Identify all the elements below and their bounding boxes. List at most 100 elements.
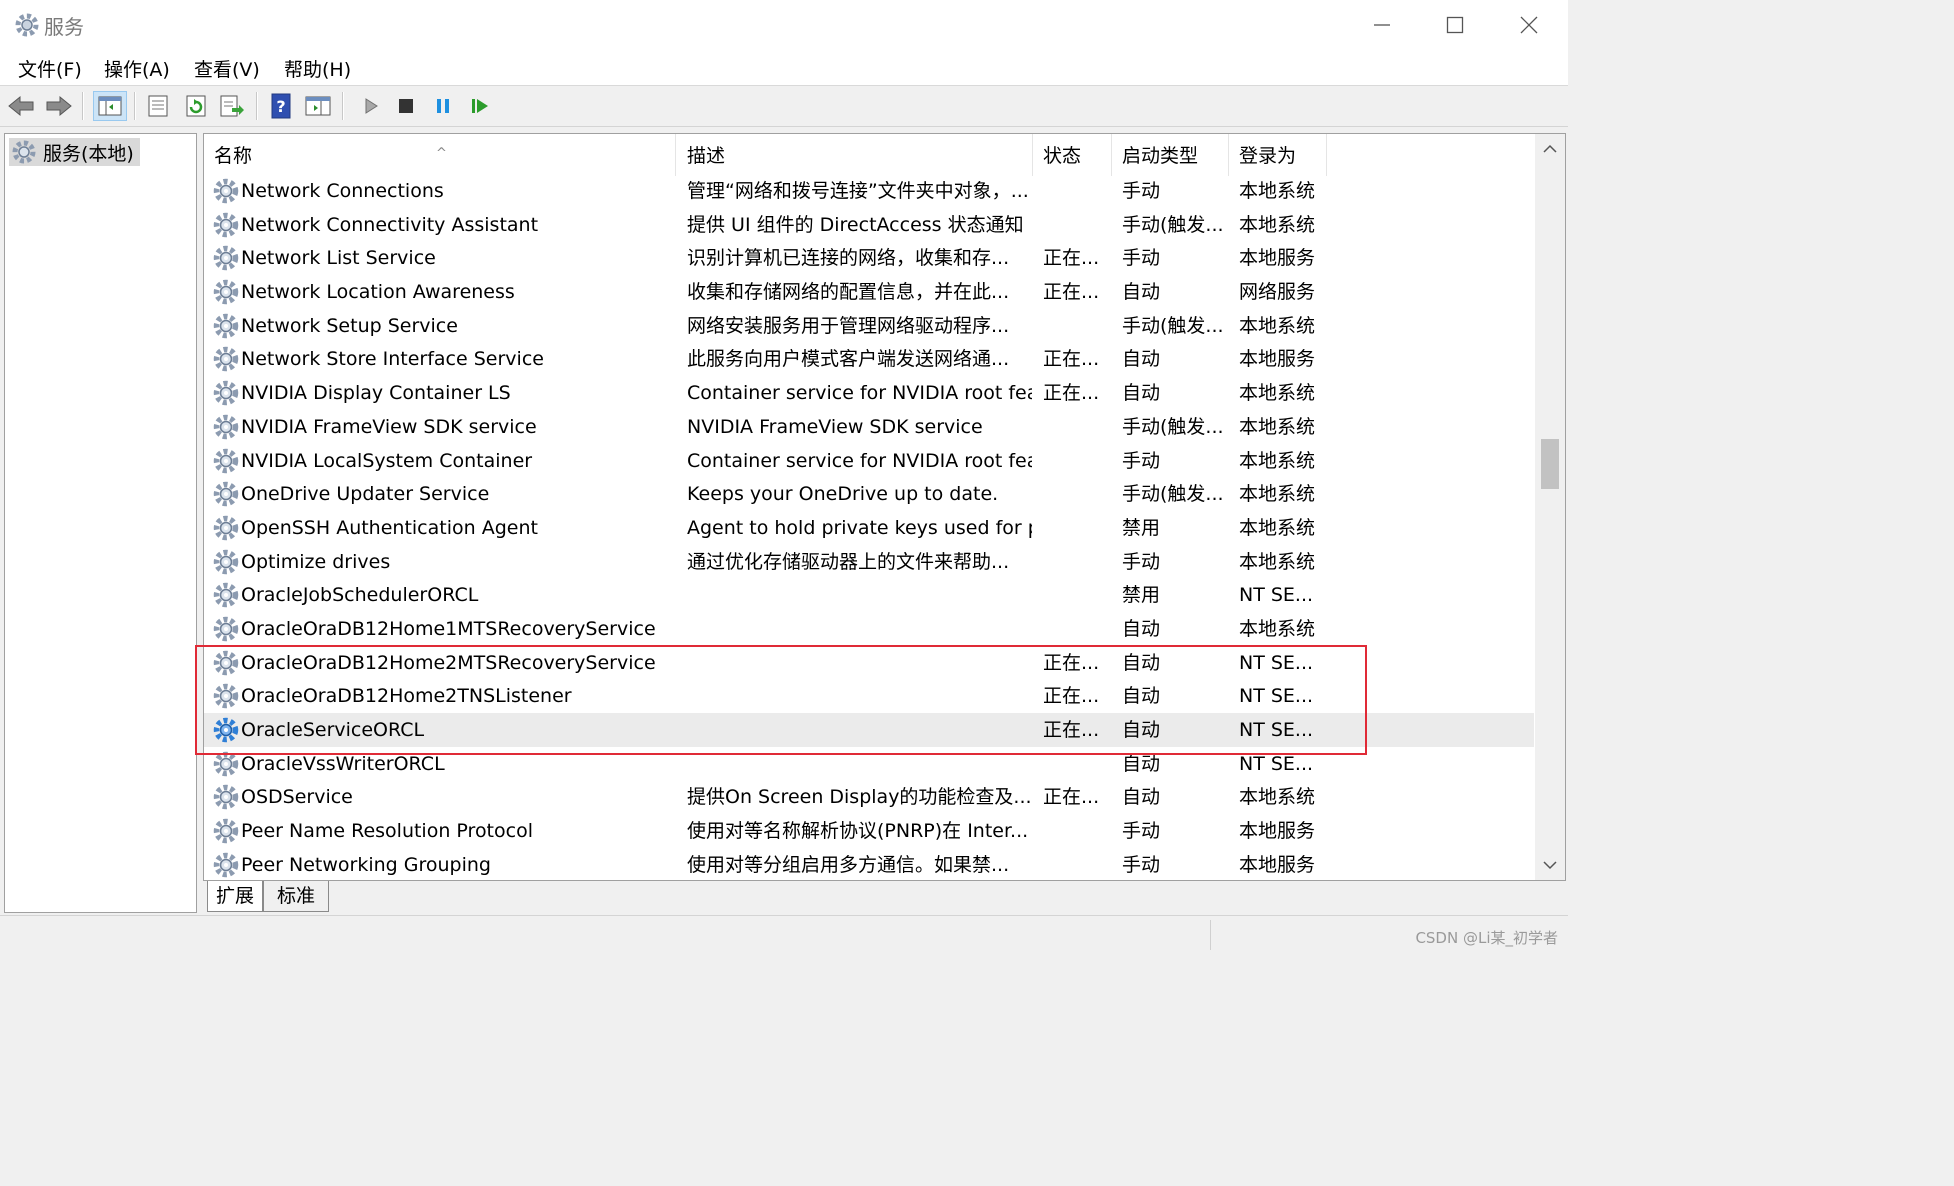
service-status (1043, 747, 1111, 781)
services-gear-icon (15, 13, 39, 37)
service-name: OneDrive Updater Service (241, 483, 490, 506)
sort-ascending-icon: ^ (436, 146, 447, 161)
list-header: 名称 ^ 描述 状态 启动类型 登录为 (204, 134, 1534, 176)
column-header-log-on-as[interactable]: 登录为 (1229, 134, 1327, 176)
service-status: 正在... (1043, 348, 1100, 371)
refresh-button[interactable] (181, 91, 211, 121)
service-startup-type: 自动 (1122, 281, 1161, 304)
pause-icon (437, 99, 449, 113)
show-hide-console-tree-button[interactable] (93, 91, 127, 121)
service-log-on-as: 本地服务 (1239, 820, 1316, 843)
service-log-on-as: 本地系统 (1239, 213, 1316, 236)
menu-file[interactable]: 文件(F) (18, 55, 82, 82)
service-name: NVIDIA Display Container LS (241, 382, 511, 405)
export-list-button[interactable] (217, 91, 247, 121)
scroll-thumb[interactable] (1541, 439, 1559, 489)
tree-node-label: 服务(本地) (43, 142, 134, 165)
services-list: 名称 ^ 描述 状态 启动类型 登录为 Network Connections 管… (203, 133, 1566, 881)
menu-view[interactable]: 查看(V) (194, 55, 260, 82)
table-row[interactable]: Network List Service 识别计算机已连接的网络，收集和存... 正… (204, 241, 1534, 275)
service-log-on-as: 本地服务 (1239, 853, 1316, 876)
table-row[interactable]: NVIDIA LocalSystem Container Container se… (204, 444, 1534, 478)
table-row[interactable]: Network Connectivity Assistant 提供 UI 组件的 … (204, 208, 1534, 242)
pause-service-button[interactable] (428, 91, 458, 121)
column-header-name[interactable]: 名称 ^ (204, 134, 676, 176)
close-button[interactable] (1492, 0, 1566, 50)
table-row[interactable]: OracleJobSchedulerORCL 禁用 NT SE... (204, 578, 1534, 612)
service-startup-type: 自动 (1122, 651, 1161, 674)
service-log-on-as: 本地系统 (1239, 516, 1316, 539)
list-rows: Network Connections 管理“网络和拨号连接”文件夹中对象，...… (204, 174, 1534, 880)
service-log-on-as: 本地系统 (1239, 786, 1316, 809)
vertical-scrollbar[interactable] (1535, 134, 1565, 880)
service-description: Container service for NVIDIA root fea... (687, 449, 1032, 472)
table-row[interactable]: NVIDIA Display Container LS Container ser… (204, 376, 1534, 410)
help-button[interactable]: ? (266, 91, 296, 121)
forward-button[interactable] (44, 91, 74, 121)
table-row[interactable]: Network Location Awareness 收集和存储网络的配置信息，并… (204, 275, 1534, 309)
stop-service-button[interactable] (391, 91, 421, 121)
service-status (1043, 174, 1111, 208)
table-row[interactable]: OracleVssWriterORCL 自动 NT SE... (204, 747, 1534, 781)
column-header-startup-type[interactable]: 启动类型 (1112, 134, 1229, 176)
table-row[interactable]: OracleOraDB12Home2MTSRecoveryService 正在..… (204, 646, 1534, 680)
table-row[interactable]: OpenSSH Authentication Agent Agent to hol… (204, 511, 1534, 545)
tab-standard[interactable]: 标准 (263, 881, 329, 912)
service-status (1043, 814, 1111, 848)
service-description (687, 612, 1032, 646)
service-description: 通过优化存储驱动器上的文件来帮助... (687, 550, 1010, 573)
refresh-icon (186, 95, 206, 117)
table-row[interactable]: Optimize drives 通过优化存储驱动器上的文件来帮助... 手动 本地系统 (204, 545, 1534, 579)
service-startup-type: 手动(触发... (1122, 213, 1224, 236)
service-gear-icon (212, 750, 240, 778)
service-log-on-as: 本地系统 (1239, 314, 1316, 337)
scroll-up-button[interactable] (1535, 134, 1565, 164)
table-row[interactable]: OracleOraDB12Home1MTSRecoveryService 自动 本地… (204, 612, 1534, 646)
service-name: OracleOraDB12Home1MTSRecoveryService (241, 617, 656, 640)
service-name: OracleOraDB12Home2TNSListener (241, 685, 572, 708)
service-status (1043, 545, 1111, 579)
menu-action[interactable]: 操作(A) (104, 55, 170, 82)
service-status (1043, 208, 1111, 242)
table-row[interactable]: OneDrive Updater Service Keeps your OneDr… (204, 477, 1534, 511)
show-action-pane-button[interactable] (303, 91, 333, 121)
tab-extended[interactable]: 扩展 (207, 881, 263, 912)
table-row[interactable]: Network Setup Service 网络安装服务用于管理网络驱动程序...… (204, 309, 1534, 343)
service-gear-icon (212, 244, 240, 272)
restart-service-button[interactable] (465, 91, 495, 121)
service-description: 使用对等分组启用多方通信。如果禁... (687, 853, 1010, 876)
service-log-on-as: 本地服务 (1239, 247, 1316, 270)
properties-button[interactable] (143, 91, 173, 121)
table-row[interactable]: NVIDIA FrameView SDK service NVIDIA Frame… (204, 410, 1534, 444)
toolbar: ? (0, 86, 1568, 127)
table-row[interactable]: Peer Name Resolution Protocol 使用对等名称解析协议(… (204, 814, 1534, 848)
service-gear-icon (212, 716, 240, 744)
properties-icon (148, 95, 168, 117)
start-service-button[interactable] (356, 91, 386, 121)
minimize-button[interactable] (1345, 0, 1419, 50)
service-description: 收集和存储网络的配置信息，并在此... (687, 281, 1010, 304)
menu-help[interactable]: 帮助(H) (284, 55, 351, 82)
back-button[interactable] (6, 91, 36, 121)
service-gear-icon (212, 817, 240, 845)
tree-node-services-local[interactable]: 服务(本地) (9, 138, 140, 166)
service-status: 正在... (1043, 281, 1100, 304)
maximize-button[interactable] (1418, 0, 1492, 50)
table-row[interactable]: OracleOraDB12Home2TNSListener 正在... 自动 NT S… (204, 679, 1534, 713)
service-description (687, 747, 1032, 781)
service-startup-type: 自动 (1122, 617, 1161, 640)
service-startup-type: 手动 (1122, 180, 1161, 202)
column-header-status[interactable]: 状态 (1033, 134, 1112, 176)
table-row[interactable]: Network Connections 管理“网络和拨号连接”文件夹中对象，...… (204, 174, 1534, 208)
table-row[interactable]: OSDService 提供On Screen Display的功能检查及... 正在… (204, 780, 1534, 814)
service-startup-type: 手动(触发... (1122, 483, 1224, 506)
table-row[interactable]: Network Store Interface Service 此服务向用户模式客… (204, 342, 1534, 376)
status-bar: CSDN @Li某_初学者 (0, 915, 1568, 953)
column-header-description[interactable]: 描述 (677, 134, 1033, 176)
table-row[interactable]: OracleServiceORCL 正在... 自动 NT SE... (204, 713, 1534, 747)
service-name: Optimize drives (241, 550, 391, 573)
table-row[interactable]: Peer Networking Grouping 使用对等分组启用多方通信。如果禁… (204, 848, 1534, 880)
scroll-down-button[interactable] (1535, 850, 1565, 880)
service-log-on-as: 本地系统 (1239, 415, 1316, 438)
service-status (1043, 578, 1111, 612)
